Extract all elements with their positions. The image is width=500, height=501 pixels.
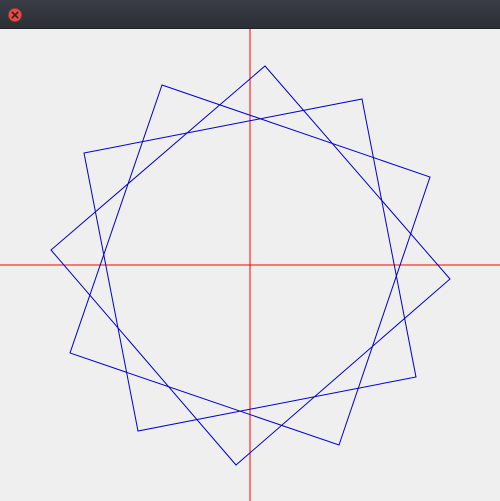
title-bar (0, 0, 500, 29)
app-window (0, 0, 500, 501)
drawing-canvas (0, 29, 500, 501)
drawing-svg (0, 29, 500, 501)
close-icon[interactable] (8, 8, 22, 22)
